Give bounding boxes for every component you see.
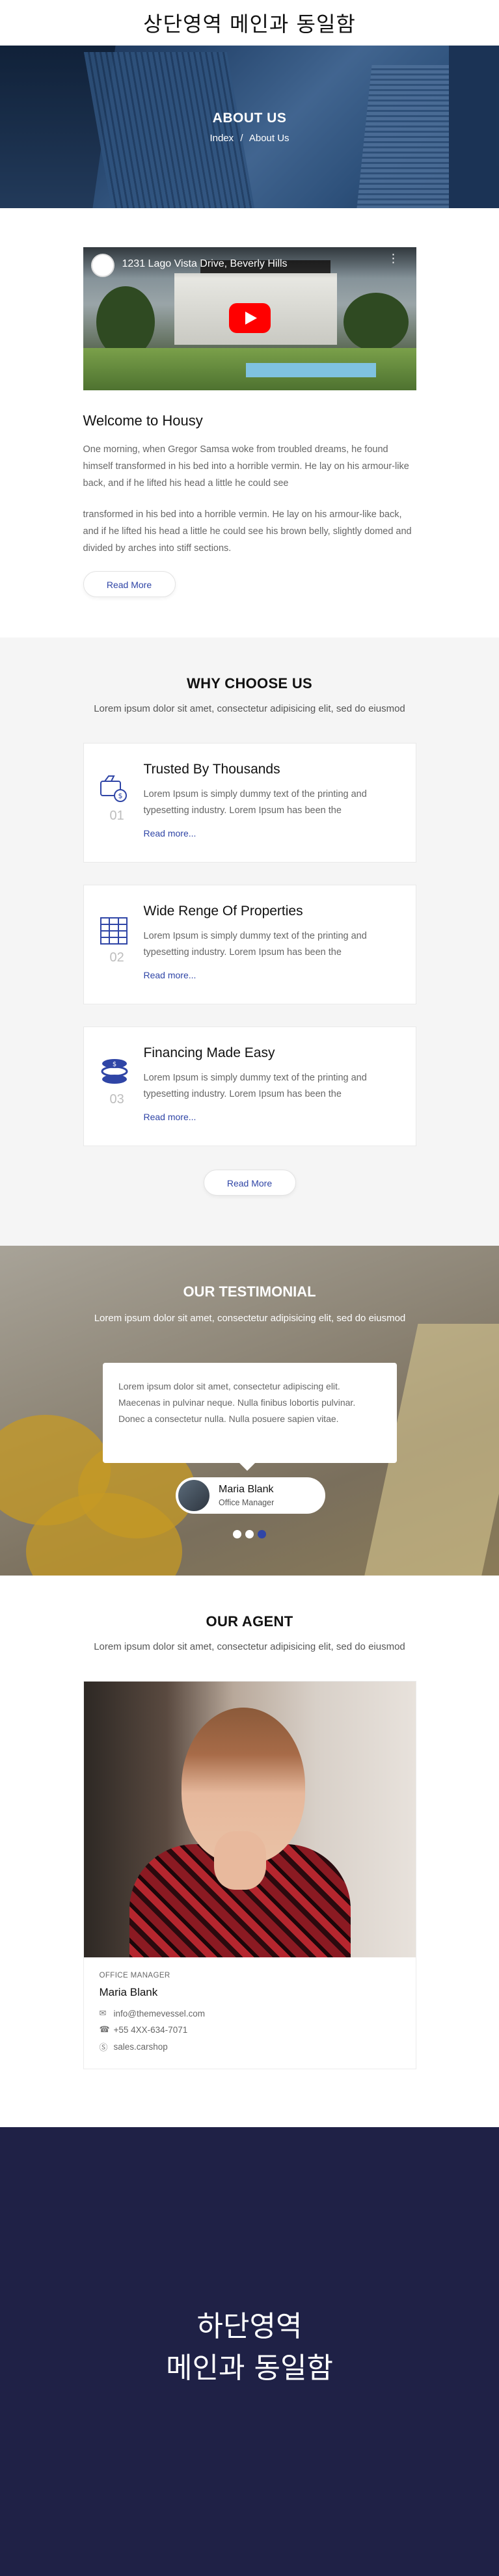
author-role: Office Manager <box>219 1498 275 1507</box>
building-icon <box>100 917 128 945</box>
carousel-dot[interactable] <box>233 1530 241 1538</box>
agent-name[interactable]: Maria Blank <box>100 1986 400 1999</box>
breadcrumb-separator: / <box>240 133 243 144</box>
more-options-icon[interactable]: ⋮ <box>388 252 399 264</box>
feature-title: Wide Renge Of Properties <box>143 904 303 919</box>
agent-skype[interactable]: Ⓢsales.carshop <box>100 2041 400 2053</box>
agent-email[interactable]: ✉ info@themevessel.com <box>100 2008 400 2019</box>
breadcrumb: Index / About Us <box>0 133 499 144</box>
carousel-dots <box>0 1530 499 1542</box>
read-more-button[interactable]: Read More <box>83 571 176 597</box>
section-title: OUR TESTIMONIAL <box>183 1283 316 1300</box>
section-subtitle: Lorem ipsum dolor sit amet, consectetur … <box>94 1641 405 1652</box>
why-choose-section: WHY CHOOSE US Lorem ipsum dolor sit amet… <box>0 637 499 1246</box>
avatar <box>177 1479 211 1512</box>
section-title: OUR AGENT <box>206 1613 293 1630</box>
hero-banner: ABOUT US Index / About Us <box>0 46 499 208</box>
about-section: 1231 Lago Vista Drive, Beverly Hills ⋮ W… <box>0 208 499 637</box>
footer-text: 하단영역 <box>196 2310 303 2343</box>
testimonial-quote: Lorem ipsum dolor sit amet, consectetur … <box>103 1363 397 1471</box>
money-bag-icon: $ <box>100 775 127 802</box>
testimonial-section: OUR TESTIMONIAL Lorem ipsum dolor sit am… <box>0 1246 499 1576</box>
phone-icon: ☎ <box>99 2024 110 2034</box>
feature-read-more-link[interactable]: Read more... <box>144 828 196 839</box>
breadcrumb-home-link[interactable]: Index <box>209 133 234 144</box>
svg-text:$: $ <box>118 792 122 800</box>
section-title: WHY CHOOSE US <box>187 675 312 691</box>
carousel-dot[interactable] <box>245 1530 254 1538</box>
about-heading: Welcome to Housy <box>83 412 203 429</box>
envelope-icon: ✉ <box>99 2008 107 2018</box>
header-title: 상단영역 메인과 동일함 <box>143 12 356 36</box>
agent-section: OUR AGENT Lorem ipsum dolor sit amet, co… <box>0 1576 499 2135</box>
feature-description: Lorem Ipsum is simply dummy text of the … <box>143 1073 367 1099</box>
section-subtitle: Lorem ipsum dolor sit amet, consectetur … <box>94 703 405 714</box>
feature-number: 01 <box>109 809 124 823</box>
feature-card: $ 03 Financing Made Easy Lorem Ipsum is … <box>83 1026 416 1146</box>
read-more-button[interactable]: Read More <box>203 1170 296 1196</box>
feature-card: $ 01 Trusted By Thousands Lorem Ipsum is… <box>83 743 416 863</box>
channel-logo-icon[interactable] <box>90 254 115 277</box>
feature-read-more-link[interactable]: Read more... <box>144 1112 196 1122</box>
feature-number: 02 <box>109 950 124 965</box>
footer-text: 메인과 동일함 <box>166 2352 333 2385</box>
agent-photo <box>83 1682 416 1957</box>
feature-description: Lorem Ipsum is simply dummy text of the … <box>143 931 367 958</box>
breadcrumb-current: About Us <box>249 133 290 144</box>
agent-phone[interactable]: ☎ +55 4XX-634-7071 <box>100 2024 400 2035</box>
page-footer: 하단영역 메인과 동일함 <box>0 2127 499 2576</box>
page-header: 상단영역 메인과 동일함 <box>0 0 499 46</box>
coins-icon: $ <box>101 1059 128 1084</box>
svg-text:$: $ <box>112 1061 116 1068</box>
feature-title: Trusted By Thousands <box>143 762 280 777</box>
skype-icon: Ⓢ <box>99 2043 108 2052</box>
section-subtitle: Lorem ipsum dolor sit amet, consectetur … <box>94 1313 406 1324</box>
agent-role: OFFICE MANAGER <box>99 1972 170 1979</box>
feature-card: 02 Wide Renge Of Properties Lorem Ipsum … <box>83 885 416 1004</box>
play-button-icon[interactable] <box>228 303 271 333</box>
feature-title: Financing Made Easy <box>143 1045 275 1060</box>
video-player[interactable]: 1231 Lago Vista Drive, Beverly Hills ⋮ <box>83 247 416 390</box>
about-paragraph: One morning, when Gregor Samsa woke from… <box>83 444 409 489</box>
agent-card[interactable]: OFFICE MANAGER Maria Blank ✉ info@themeve… <box>83 1681 416 2069</box>
feature-read-more-link[interactable]: Read more... <box>144 970 196 980</box>
about-paragraph: transformed in his bed into a horrible v… <box>83 509 412 554</box>
feature-description: Lorem Ipsum is simply dummy text of the … <box>143 789 367 816</box>
feature-number: 03 <box>109 1092 124 1107</box>
video-title[interactable]: 1231 Lago Vista Drive, Beverly Hills <box>122 258 288 270</box>
testimonial-author: Maria Blank Office Manager <box>176 1477 325 1514</box>
author-name: Maria Blank <box>219 1484 274 1495</box>
hero-title: ABOUT US <box>212 111 287 126</box>
carousel-dot-active[interactable] <box>258 1530 266 1538</box>
